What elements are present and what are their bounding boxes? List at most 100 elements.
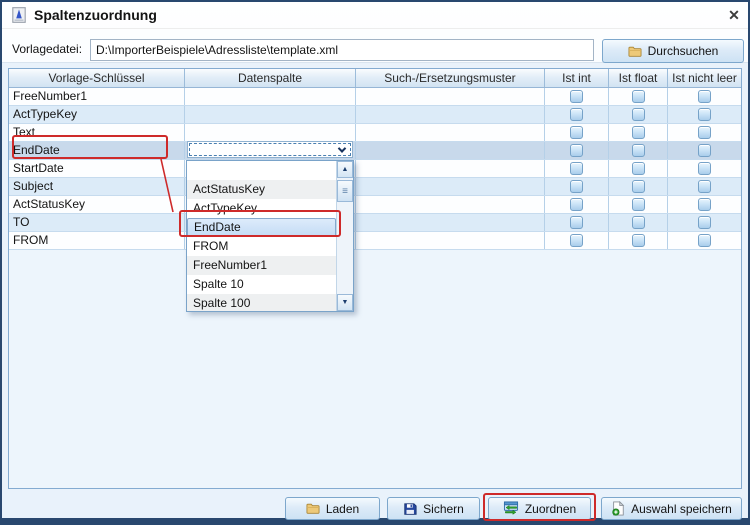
cell-datenspalte[interactable] [185,88,356,105]
checkbox-ist-int[interactable] [570,198,583,211]
dropdown-items: ActStatusKey ActTypeKey EndDate FROM Fre… [187,161,336,311]
table-row-acttypekey[interactable]: ActTypeKey [9,106,741,124]
cell-key[interactable]: FROM [9,232,185,249]
mapping-table: Vorlage-Schlüssel Datenspalte Such-/Erse… [8,68,742,489]
table-row-subject[interactable]: Subject [9,178,741,196]
table-row-text[interactable]: Text [9,124,741,142]
dropdown-item-spalte-10[interactable]: Spalte 10 [187,275,336,294]
checkbox-ist-float[interactable] [632,198,645,211]
checkbox-ist-nicht-leer[interactable] [698,180,711,193]
column-header-ist-float[interactable]: Ist float [609,69,668,87]
spaltenzuordnung-dialog: Spaltenzuordnung ✕ Vorlagedatei: Durchsu… [0,0,750,525]
checkbox-ist-nicht-leer[interactable] [698,90,711,103]
checkbox-ist-int[interactable] [570,144,583,157]
cell-suchmuster[interactable] [356,124,545,141]
cell-ist-int [545,124,609,141]
table-row-from[interactable]: FROM [9,232,741,250]
table-row-startdate[interactable]: StartDate [9,160,741,178]
assign-button[interactable]: Zuordnen [488,497,591,520]
checkbox-ist-int[interactable] [570,108,583,121]
checkbox-ist-nicht-leer[interactable] [698,144,711,157]
cell-suchmuster[interactable] [356,232,545,249]
cell-ist-float [609,88,668,105]
checkbox-ist-int[interactable] [570,234,583,247]
cell-suchmuster[interactable] [356,106,545,123]
column-header-ist-nicht-leer[interactable]: Ist nicht leer [668,69,741,87]
column-header-ist-int[interactable]: Ist int [545,69,609,87]
scroll-down-icon[interactable]: ▼ [337,294,353,311]
load-button-label: Laden [326,502,359,516]
cell-suchmuster[interactable] [356,178,545,195]
cell-datenspalte[interactable] [185,106,356,123]
cell-key[interactable]: EndDate [9,142,185,159]
cell-ist-nicht-leer [668,124,741,141]
checkbox-ist-float[interactable] [632,162,645,175]
checkbox-ist-float[interactable] [632,144,645,157]
dropdown-scrollbar[interactable]: ▲ ≡ ▼ [336,161,353,311]
column-header-vorlage-schluessel[interactable]: Vorlage-Schlüssel [9,69,185,87]
column-header-datenspalte[interactable]: Datenspalte [185,69,356,87]
cell-ist-nicht-leer [668,88,741,105]
table-row-freenumber1[interactable]: FreeNumber1 [9,88,741,106]
dropdown-item-spalte-100[interactable]: Spalte 100 [187,294,336,311]
checkbox-ist-nicht-leer[interactable] [698,198,711,211]
checkbox-ist-float[interactable] [632,216,645,229]
column-header-suchmuster[interactable]: Such-/Ersetzungsmuster [356,69,545,87]
cell-key[interactable]: TO [9,214,185,231]
checkbox-ist-int[interactable] [570,216,583,229]
scroll-up-icon[interactable]: ▲ [337,161,353,178]
cell-ist-float [609,142,668,159]
cell-key[interactable]: ActStatusKey [9,196,185,213]
cell-datenspalte[interactable] [185,124,356,141]
cell-key[interactable]: StartDate [9,160,185,177]
checkbox-ist-nicht-leer[interactable] [698,216,711,229]
cell-suchmuster[interactable] [356,214,545,231]
dialog-title: Spaltenzuordnung [34,2,157,29]
cell-key[interactable]: ActTypeKey [9,106,185,123]
cell-ist-float [609,214,668,231]
scrollbar-thumb[interactable]: ≡ [337,180,353,202]
checkbox-ist-int[interactable] [570,90,583,103]
cell-ist-nicht-leer [668,214,741,231]
checkbox-ist-float[interactable] [632,180,645,193]
checkbox-ist-float[interactable] [632,108,645,121]
checkbox-ist-int[interactable] [570,126,583,139]
combobox-dropdown-zone[interactable] [333,143,351,156]
checkbox-ist-nicht-leer[interactable] [698,108,711,121]
table-row-to[interactable]: TO [9,214,741,232]
checkbox-ist-int[interactable] [570,162,583,175]
cell-suchmuster[interactable] [356,196,545,213]
load-button[interactable]: Laden [285,497,380,520]
cell-key[interactable]: Subject [9,178,185,195]
cell-ist-int [545,106,609,123]
table-row-enddate-selected[interactable]: EndDate [9,142,741,160]
cell-ist-float [609,160,668,177]
checkbox-ist-float[interactable] [632,234,645,247]
table-row-actstatuskey[interactable]: ActStatusKey [9,196,741,214]
cell-key[interactable]: FreeNumber1 [9,88,185,105]
checkbox-ist-nicht-leer[interactable] [698,162,711,175]
cell-suchmuster[interactable] [356,160,545,177]
checkbox-ist-float[interactable] [632,126,645,139]
dropdown-item-from[interactable]: FROM [187,237,336,256]
cell-key[interactable]: Text [9,124,185,141]
browse-button[interactable]: Durchsuchen [602,39,744,63]
dropdown-item-actstatuskey[interactable]: ActStatusKey [187,180,336,199]
checkbox-ist-float[interactable] [632,90,645,103]
cell-suchmuster[interactable] [356,88,545,105]
template-file-input[interactable] [90,39,594,61]
save-button[interactable]: Sichern [387,497,480,520]
dropdown-item-empty[interactable] [187,161,336,180]
cell-ist-float [609,124,668,141]
dropdown-item-acttypekey[interactable]: ActTypeKey [187,199,336,218]
checkbox-ist-nicht-leer[interactable] [698,234,711,247]
checkbox-ist-nicht-leer[interactable] [698,126,711,139]
cell-suchmuster[interactable] [356,142,545,159]
close-icon[interactable]: ✕ [724,5,744,25]
save-selection-button-label: Auswahl speichern [631,502,732,516]
datenspalte-combobox[interactable] [187,141,353,158]
dropdown-item-freenumber1[interactable]: FreeNumber1 [187,256,336,275]
save-selection-button[interactable]: Auswahl speichern [601,497,742,520]
dropdown-item-enddate-selected[interactable]: EndDate [187,218,336,237]
checkbox-ist-int[interactable] [570,180,583,193]
